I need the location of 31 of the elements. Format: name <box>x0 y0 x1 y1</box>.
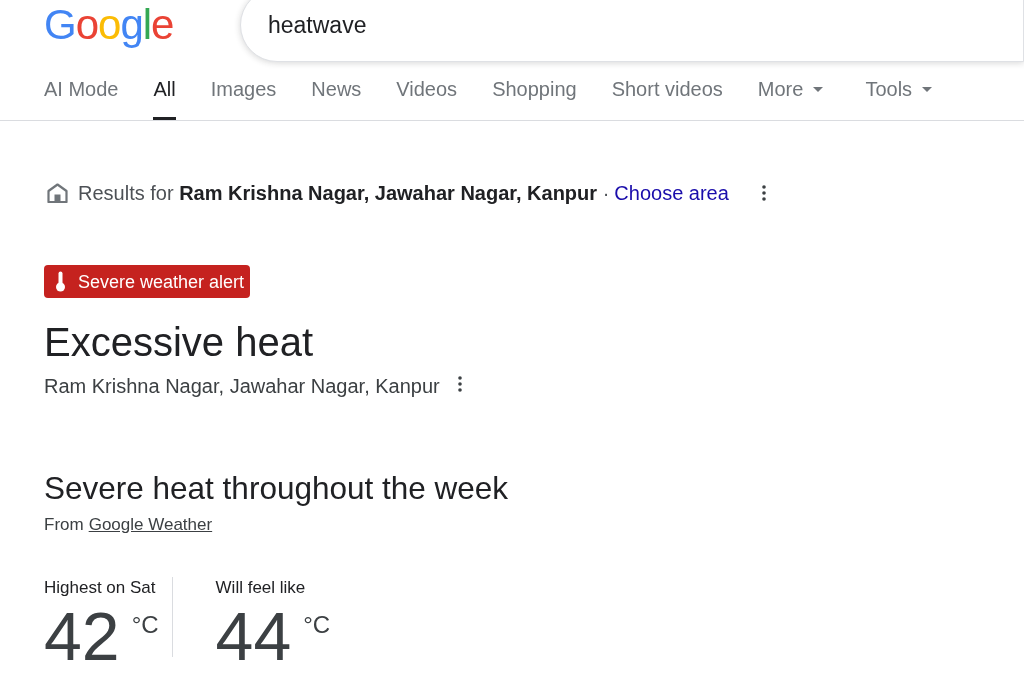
thermometer-icon <box>55 271 66 292</box>
tab[interactable]: More <box>757 76 824 120</box>
temperature-value: 44 <box>215 602 292 670</box>
caret-icon <box>922 87 933 92</box>
more-options-icon[interactable] <box>761 185 766 201</box>
stat-label: Will feel like <box>215 578 306 598</box>
summary-heading: Severe heat throughout the week <box>44 469 509 507</box>
home-icon <box>47 183 68 203</box>
more-options-icon[interactable] <box>457 376 462 392</box>
tab[interactable]: Short videos <box>611 76 723 120</box>
temperature-unit: °C <box>303 613 331 637</box>
search-field[interactable]: heatwave <box>240 0 1024 62</box>
source-label: From <box>44 515 84 535</box>
tab[interactable]: AI Mode <box>44 76 119 120</box>
tab[interactable]: Shopping <box>492 76 577 120</box>
temperature-value: 42 <box>44 602 120 670</box>
tab[interactable]: News <box>311 76 362 120</box>
tab[interactable]: Images <box>210 76 277 120</box>
tab[interactable]: All <box>153 76 176 120</box>
severe-weather-alert-badge: Severe weather alert <box>44 265 251 298</box>
results-for-text: Results for Ram Krishna Nagar, Jawahar Nagar, Kanpur · <box>78 182 610 204</box>
logo[interactable]: Google <box>44 4 174 46</box>
temperature-unit: °C <box>131 613 159 637</box>
source-link[interactable]: Google Weather <box>88 515 213 535</box>
alert-location: Ram Krishna Nagar, Jawahar Nagar, Kanpur <box>44 375 440 397</box>
tab[interactable]: Videos <box>396 76 458 120</box>
stat-label: Highest on Sat <box>44 578 156 598</box>
choose-area-link[interactable]: Choose area <box>614 182 729 204</box>
caret-icon <box>813 87 824 92</box>
alert-title: Excessive heat <box>44 319 314 366</box>
tools-button[interactable]: Tools <box>865 76 933 120</box>
